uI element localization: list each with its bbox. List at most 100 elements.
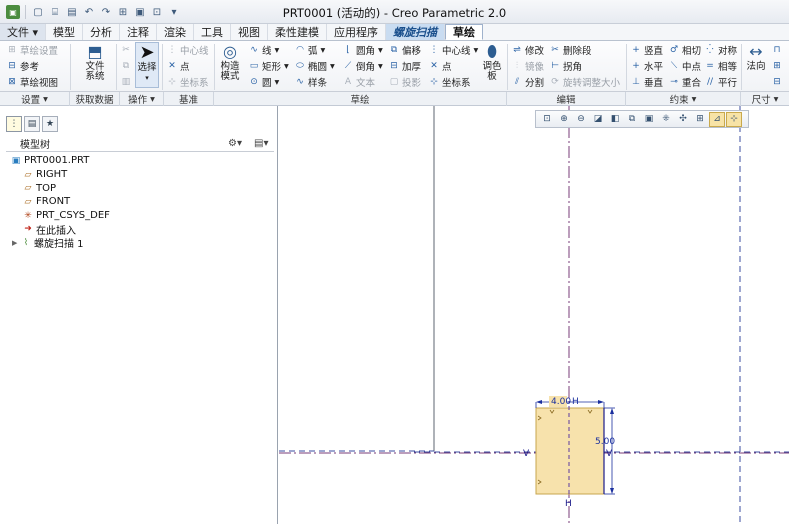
- sketch-rectangle[interactable]: [535, 407, 605, 495]
- palette-button[interactable]: ⬮ 调色 板: [480, 42, 504, 82]
- delete-segment-button[interactable]: ✂ 删除段: [549, 43, 620, 57]
- normal-dimension-button[interactable]: ↔ 法向: [744, 42, 768, 72]
- tree-item-part[interactable]: ▣ PRT0001.PRT: [0, 154, 278, 168]
- annotation-display-icon[interactable]: ⊞: [692, 112, 708, 127]
- mirror-button[interactable]: ⫶ 镜像: [511, 59, 544, 73]
- circle-button[interactable]: ⊙ 圆 ▾: [248, 75, 289, 90]
- view-manager-icon[interactable]: ▣: [641, 112, 657, 127]
- expand-arrow-icon[interactable]: ▶: [12, 239, 20, 247]
- project-button[interactable]: ▢ 投影: [388, 75, 421, 89]
- file-menu[interactable]: 文件 ▾: [0, 24, 47, 40]
- reference-dimension-button[interactable]: ⊞: [771, 59, 785, 73]
- horizontal-constraint-button[interactable]: + 水平: [630, 59, 663, 73]
- repaint-icon[interactable]: ◪: [590, 112, 606, 127]
- tree-item-csys[interactable]: ✳ PRT_CSYS_DEF: [0, 209, 278, 223]
- line-button[interactable]: ∿ 线 ▾: [248, 43, 289, 58]
- parallel-constraint-button[interactable]: // 平行: [704, 75, 737, 89]
- graphics-window[interactable]: 4.00 H 5.00 V V H ⊡ ⊕ ⊖ ◪ ◧ ⧉ ▣ ⁜ ✣ ⊞ ⊿ …: [279, 106, 789, 524]
- offset-button[interactable]: ⧉ 偏移: [388, 43, 421, 57]
- perpendicular-constraint-button[interactable]: ⊥ 垂直: [630, 75, 663, 89]
- group-label-dimension[interactable]: 尺寸 ▾: [741, 92, 789, 107]
- tab-annotate[interactable]: 注释: [120, 24, 158, 40]
- display-style-icon[interactable]: ◧: [607, 112, 623, 127]
- tab-analysis[interactable]: 分析: [83, 24, 121, 40]
- horizontal-constraint-bottom[interactable]: H: [565, 499, 572, 509]
- arc-button[interactable]: ◠ 弧 ▾: [294, 43, 335, 58]
- sketch-canvas[interactable]: 4.00 H 5.00 V V H: [279, 106, 789, 524]
- sketch-view-icon[interactable]: ⊿: [709, 111, 725, 127]
- vertical-constraint-left[interactable]: V: [523, 449, 530, 459]
- midpoint-constraint-button[interactable]: ⟍ 中点: [668, 59, 701, 73]
- select-dropdown-icon[interactable]: ▾: [145, 73, 149, 83]
- tab-flexible-modeling[interactable]: 柔性建模: [268, 24, 328, 40]
- symmetric-constraint-button[interactable]: ⁛ 对称: [704, 43, 737, 57]
- tree-item-front[interactable]: ▱ FRONT: [0, 195, 278, 209]
- tab-model[interactable]: 模型: [46, 24, 84, 40]
- tree-item-insert-here[interactable]: ➜ 在此插入: [0, 222, 278, 237]
- favorites-tab-icon[interactable]: ★: [42, 116, 58, 132]
- datum-centerline-button[interactable]: ⋮ 中心线: [166, 43, 209, 57]
- datum-display-icon[interactable]: ⁜: [658, 112, 674, 127]
- height-dimension-text[interactable]: 5.00: [595, 437, 615, 447]
- text-button[interactable]: A 文本: [342, 75, 383, 89]
- baseline-dimension-button[interactable]: ⊟: [771, 75, 785, 89]
- group-label-setup[interactable]: 设置 ▾: [0, 92, 70, 106]
- sketch-centerline-button[interactable]: ⋮ 中心线 ▾: [428, 43, 479, 58]
- refit-icon[interactable]: ⊡: [539, 112, 555, 127]
- datum-coord-sys-button[interactable]: ⊹ 坐标系: [166, 75, 208, 89]
- paste-button[interactable]: ▥: [120, 75, 134, 89]
- rectangle-button[interactable]: ▭ 矩形 ▾: [248, 59, 289, 74]
- coordinate-system-icon: ✳: [24, 210, 32, 221]
- divide-button[interactable]: ⫽ 分割: [511, 75, 544, 89]
- cut-button[interactable]: ✂: [120, 43, 134, 57]
- modify-button[interactable]: ⇌ 修改: [511, 43, 544, 57]
- tab-render[interactable]: 渲染: [157, 24, 195, 40]
- tab-applications[interactable]: 应用程序: [327, 24, 387, 40]
- tab-tools[interactable]: 工具: [194, 24, 232, 40]
- construction-mode-button[interactable]: ◎ 构造 模式: [217, 42, 243, 82]
- tab-view[interactable]: 视图: [231, 24, 269, 40]
- tree-item-right[interactable]: ▱ RIGHT: [0, 168, 278, 182]
- vertical-constraint-right[interactable]: V: [606, 449, 613, 459]
- thicken-button[interactable]: ⊟ 加厚: [388, 59, 421, 73]
- spline-button[interactable]: ∿ 样条: [294, 75, 335, 89]
- horizontal-constraint-top[interactable]: H: [572, 397, 579, 407]
- vertical-constraint-button[interactable]: + 竖直: [630, 43, 663, 57]
- tab-helical-sweep[interactable]: 螺旋扫描: [386, 24, 446, 40]
- tree-show-icon[interactable]: ▤▾: [254, 136, 268, 150]
- parallel-icon: //: [706, 77, 714, 87]
- corner-button[interactable]: ⊢ 拐角: [549, 59, 620, 73]
- sketch-point-button[interactable]: ✕ 点: [428, 59, 478, 73]
- tree-item-helical-sweep[interactable]: ▶ ⌇ 螺旋扫描 1: [0, 236, 278, 251]
- spin-center-icon[interactable]: ✣: [675, 112, 691, 127]
- saved-orientations-icon[interactable]: ⧉: [624, 112, 640, 127]
- tree-settings-icon[interactable]: ⚙▾: [228, 136, 242, 150]
- fillet-button[interactable]: ⌊ 圆角 ▾: [342, 43, 383, 58]
- tab-sketch[interactable]: 草绘: [445, 24, 484, 40]
- sketcher-display-icon[interactable]: ⊹: [726, 111, 742, 127]
- sketch-view-button[interactable]: ⊠ 草绘视图: [6, 75, 58, 89]
- file-system-button[interactable]: ⬒ 文件 系统: [80, 42, 110, 82]
- zoom-in-icon[interactable]: ⊕: [556, 112, 572, 127]
- model-tree: ▣ PRT0001.PRT ▱ RIGHT ▱ TOP ▱ FRONT ✳ PR…: [0, 154, 278, 250]
- coincident-constraint-button[interactable]: ⊸ 重合: [668, 75, 701, 89]
- folder-browser-tab-icon[interactable]: ▤: [24, 116, 40, 132]
- tree-item-top[interactable]: ▱ TOP: [0, 181, 278, 195]
- group-label-operations[interactable]: 操作 ▾: [120, 92, 164, 106]
- width-dimension-text[interactable]: 4.00: [551, 397, 571, 407]
- model-tree-tab-icon[interactable]: ⋮: [6, 116, 22, 132]
- perimeter-dimension-button[interactable]: ⊓: [771, 43, 785, 57]
- rotate-resize-button[interactable]: ⟳ 旋转调整大小: [549, 75, 620, 89]
- group-label-constrain[interactable]: 约束 ▾: [626, 92, 741, 106]
- reference-button[interactable]: ⊟ 参考: [6, 59, 58, 73]
- datum-point-button[interactable]: ✕ 点: [166, 59, 209, 73]
- copy-button[interactable]: ⧉: [120, 59, 134, 73]
- ellipse-button[interactable]: ⬭ 椭圆 ▾: [294, 59, 335, 74]
- chamfer-button[interactable]: ⟋ 倒角 ▾: [342, 59, 383, 74]
- zoom-out-icon[interactable]: ⊖: [573, 112, 589, 127]
- sketch-coord-sys-button[interactable]: ⊹ 坐标系: [428, 75, 478, 89]
- equal-constraint-button[interactable]: = 相等: [704, 59, 737, 73]
- tangent-constraint-button[interactable]: ♂ 相切: [668, 43, 701, 57]
- sketch-setup-button[interactable]: ⊞ 草绘设置: [6, 43, 58, 57]
- select-button[interactable]: ➤ 选择 ▾: [135, 42, 159, 88]
